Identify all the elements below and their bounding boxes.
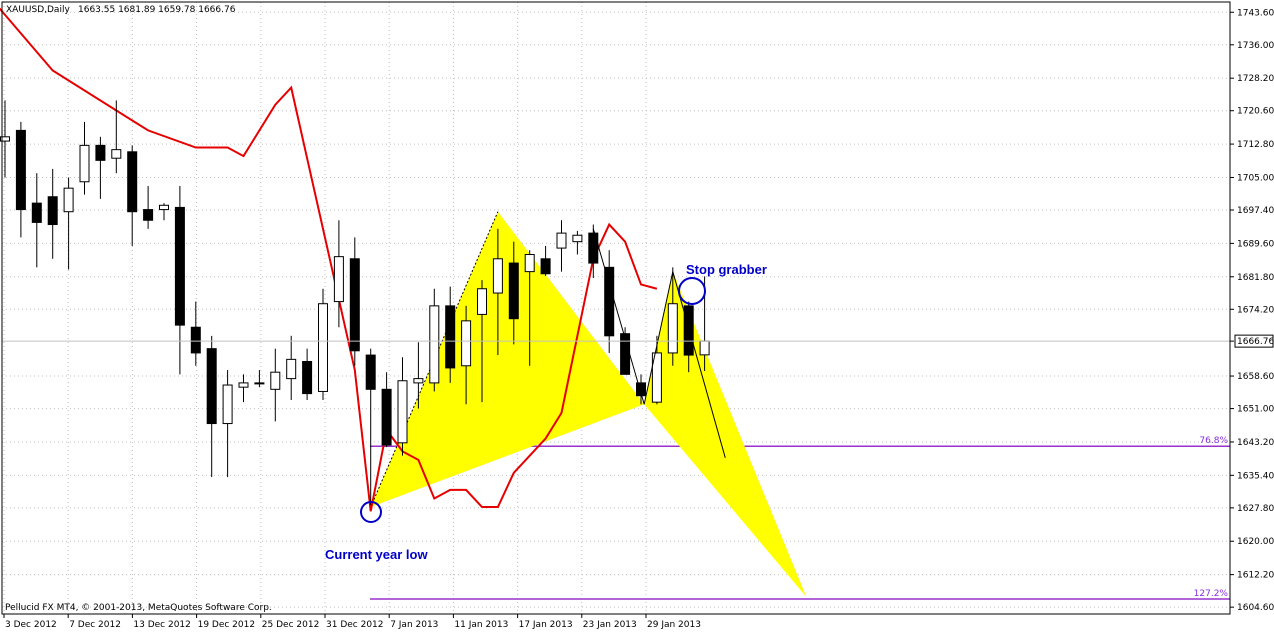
candle-body-down [365, 354, 376, 390]
candle-body-up [667, 303, 678, 354]
y-tick-label: 1736.00 [1237, 41, 1274, 51]
current-price-label: 1666.76 [1234, 334, 1274, 348]
candle-body-up [159, 204, 169, 211]
chart-header-symbol: XAUUSD,Daily [6, 5, 70, 15]
candle-body-up [286, 358, 297, 380]
candle-body-up [254, 382, 265, 385]
stop-grabber-label: Stop grabber [686, 262, 767, 277]
y-tick-label: 1612.20 [1237, 571, 1274, 581]
x-tick-label: 25 Dec 2012 [262, 620, 320, 630]
fib-level-label: 127.2% [1194, 589, 1229, 599]
current-year-low-label: Current year low [325, 547, 428, 562]
candle-body-down [588, 232, 599, 264]
price-chart[interactable]: 76.8% 127.2% 1743.60 1736.00 1728.20 1720.60… [0, 0, 1274, 632]
x-tick-label: 17 Jan 2013 [519, 620, 573, 630]
y-tick-label: 1697.40 [1237, 206, 1274, 216]
y-tick-label: 1635.40 [1237, 471, 1274, 481]
candle-body-up [524, 254, 535, 273]
y-tick-label: 1674.20 [1237, 305, 1274, 315]
candle-body-down [127, 151, 138, 213]
x-tick-label: 23 Jan 2013 [583, 620, 637, 630]
x-tick-label: 19 Dec 2012 [198, 620, 256, 630]
candle-body-up [397, 380, 408, 444]
candle-body-down [15, 129, 26, 211]
x-tick-label: 11 Jan 2013 [454, 620, 508, 630]
current-price-value: 1666.76 [1237, 337, 1274, 347]
candle-body-up [318, 303, 328, 392]
candle-body-up [222, 384, 233, 425]
candle-body-up [333, 256, 344, 303]
chart-background [0, 0, 1274, 632]
candle-body-down [445, 305, 456, 369]
x-tick-label: 7 Jan 2013 [390, 620, 438, 630]
candle-body-up [79, 144, 90, 183]
y-tick-label: 1643.20 [1237, 438, 1274, 448]
candle-body-down [349, 258, 360, 352]
candle-body-down [540, 258, 551, 275]
candle-body-down [47, 196, 58, 226]
x-tick-label: 3 Dec 2012 [5, 620, 57, 630]
candle-body-up [699, 340, 710, 356]
x-tick-label: 31 Dec 2012 [326, 620, 384, 630]
candle-body-up [461, 320, 472, 367]
candle-body-up [492, 258, 503, 294]
candle-body-up [572, 234, 583, 243]
y-tick-label: 1651.00 [1237, 405, 1274, 415]
candle-body-down [206, 348, 217, 425]
candle-body-up [556, 232, 567, 249]
y-tick-label: 1620.00 [1237, 537, 1274, 547]
y-tick-label: 1728.20 [1237, 74, 1274, 84]
candle-body-down [683, 305, 694, 356]
y-tick-label: 1658.60 [1237, 372, 1274, 382]
x-tick-label: 7 Dec 2012 [69, 620, 121, 630]
candle-body-down [174, 206, 185, 326]
y-tick-label: 1604.60 [1237, 603, 1274, 613]
candle-body-down [95, 144, 106, 161]
fib-level-label: 76.8% [1199, 436, 1228, 446]
candle-body-down [190, 326, 201, 354]
candle [318, 288, 328, 401]
chart-footer-copyright: Pellucid FX MT4, © 2001-2013, MetaQuotes… [5, 603, 272, 613]
x-tick-label: 29 Jan 2013 [647, 620, 701, 630]
y-tick-label: 1720.60 [1237, 107, 1274, 117]
candle-body-up [429, 305, 440, 384]
y-tick-label: 1705.00 [1237, 173, 1274, 183]
y-tick-label: 1627.80 [1237, 504, 1274, 514]
y-tick-label: 1681.80 [1237, 273, 1274, 283]
candle-body-up [413, 378, 424, 384]
y-tick-label: 1743.60 [1237, 8, 1274, 18]
chart-header-ohlc: 1663.55 1681.89 1659.78 1666.76 [78, 5, 236, 15]
candle-body-down [302, 360, 313, 395]
candle-body-up [270, 371, 281, 390]
candle-body-up [63, 187, 74, 213]
x-tick-label: 13 Dec 2012 [133, 620, 191, 630]
y-tick-label: 1689.60 [1237, 239, 1274, 249]
candle-body-up [477, 288, 487, 315]
candle-body-down [604, 266, 615, 337]
candle-body-up [111, 149, 122, 159]
candle-body-down [31, 202, 42, 223]
candle-body-down [143, 209, 154, 221]
y-tick-label: 1712.80 [1237, 140, 1274, 150]
candle-body-up [238, 382, 249, 388]
candle-body-down [381, 388, 392, 446]
candle-body-down [508, 262, 519, 320]
